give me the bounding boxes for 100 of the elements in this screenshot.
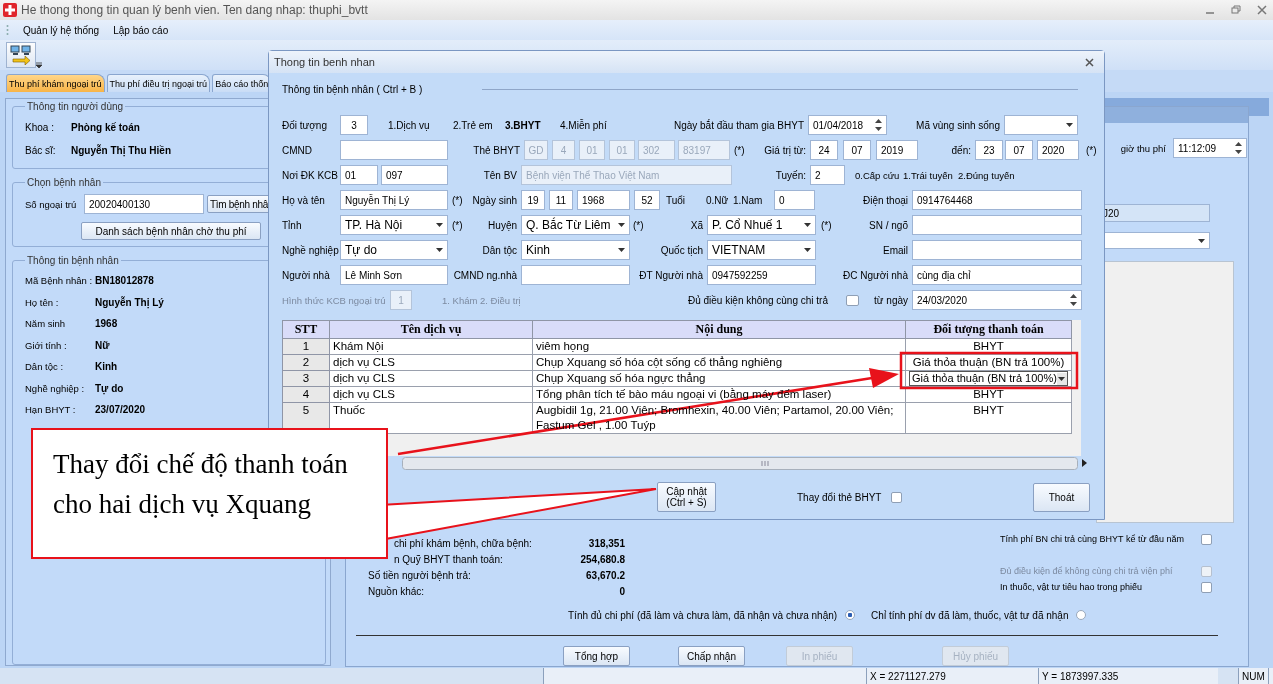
text-field[interactable]: Lê Minh Sơn	[340, 265, 448, 285]
date-field[interactable]: 01/04/2018	[808, 115, 887, 135]
caret-icon	[804, 223, 811, 227]
field-label: SN / ngõ	[868, 219, 909, 231]
menu-item[interactable]: Quản lý hệ thống	[23, 24, 100, 36]
dropdown[interactable]	[1004, 115, 1078, 135]
text-field[interactable]: 11	[549, 190, 573, 210]
field-label: Nghề nghiệp	[282, 244, 340, 256]
field-label: Giá trị từ:	[763, 144, 807, 156]
column-header[interactable]: Tên dịch vụ	[329, 320, 533, 339]
field-label: Mã vùng sinh sống	[915, 119, 1001, 131]
text-field[interactable]: cùng địa chỉ	[912, 265, 1082, 285]
text-field[interactable]: 07	[843, 140, 871, 160]
close-icon[interactable]	[1257, 5, 1267, 15]
summary-value: 0	[619, 585, 625, 597]
summary-label: Số tiền người bệnh trả:	[368, 569, 472, 581]
column-header[interactable]: STT	[282, 320, 330, 339]
field-label: Huyện	[487, 219, 518, 231]
time-field[interactable]: 11:12:09	[1173, 138, 1247, 158]
restore-icon[interactable]	[1231, 5, 1241, 15]
dropdown[interactable]: Giá thỏa thuận (BN trả 100%)	[909, 371, 1068, 386]
dropdown[interactable]: TP. Hà Nội	[340, 215, 448, 235]
text-field[interactable]: 01	[340, 165, 378, 185]
text-field[interactable]: 0947592259	[707, 265, 816, 285]
search-button[interactable]: Tìm bệnh nhâ	[207, 195, 271, 213]
section-title: Thông tin bệnh nhân ( Ctrl + B )	[282, 83, 423, 95]
update-button[interactable]: Cập nhật (Ctrl + S)	[657, 482, 716, 512]
spinner-icon[interactable]	[1070, 294, 1077, 306]
dropdown[interactable]: P. Cổ Nhuế 1	[707, 215, 816, 235]
checkbox[interactable]	[1201, 533, 1212, 545]
field-label: (*)	[451, 194, 464, 206]
text-field[interactable]	[340, 140, 448, 160]
checkbox[interactable]	[891, 491, 903, 503]
text-field[interactable]: 2020	[1037, 140, 1079, 160]
dropdown[interactable]: Q. Bắc Từ Liêm	[521, 215, 630, 235]
text-field[interactable]: 23	[975, 140, 1003, 160]
radio-button[interactable]	[1076, 610, 1087, 620]
dropdown[interactable]: VIETNAM	[707, 240, 816, 260]
text-field[interactable]: Nguyễn Thị Lý	[340, 190, 448, 210]
checkbox-label: Đủ điều kiện để không cùng chi trả viện phí	[1000, 566, 1173, 576]
text-field[interactable]	[912, 215, 1082, 235]
menu-item[interactable]: Lập báo cáo	[113, 24, 169, 36]
text-field[interactable]: 19	[521, 190, 545, 210]
date-field[interactable]: 24/03/2020	[912, 290, 1082, 310]
checkbox[interactable]	[1201, 581, 1212, 593]
radio-button[interactable]	[845, 610, 856, 620]
field-label: (*)	[451, 219, 464, 231]
spinner-icon[interactable]	[875, 119, 882, 131]
field-label: Dân tộc	[481, 244, 518, 256]
text-field[interactable]: 07	[1005, 140, 1033, 160]
text-field[interactable]	[521, 265, 630, 285]
button[interactable]: Chấp nhận	[678, 646, 745, 666]
caret-icon	[804, 248, 811, 252]
text-field[interactable]: 3	[340, 115, 368, 135]
option-label: 3.BHYT	[504, 119, 542, 131]
field-value: Tự do	[95, 382, 124, 394]
field-label: Họ tên :	[25, 296, 60, 308]
text-field[interactable]: 1968	[577, 190, 630, 210]
field-label: Mã Bệnh nhân :	[25, 275, 94, 287]
text-field[interactable]: 097	[381, 165, 448, 185]
horizontal-scrollbar[interactable]	[402, 456, 1078, 470]
option-label: 4.Miễn phí	[559, 119, 608, 131]
field-label: Khoa :	[25, 122, 55, 133]
close-icon[interactable]	[1085, 57, 1094, 67]
exit-button[interactable]: Thoát	[1033, 482, 1090, 512]
field-label: 2.Đúng tuyến	[958, 169, 1016, 181]
field-label: Email	[882, 244, 909, 256]
text-field[interactable]: 24	[810, 140, 838, 160]
summary-label: chi phí khám bệnh, chữa bệnh:	[393, 537, 533, 549]
field-value: 1968	[95, 318, 118, 330]
table-cell: BHYT	[905, 402, 1072, 434]
dropdown[interactable]: Tự do	[340, 240, 448, 260]
spinner-icon[interactable]	[1235, 142, 1242, 154]
field-label: từ ngày	[873, 294, 909, 306]
text-field[interactable]: 2	[810, 165, 845, 185]
scroll-right-icon[interactable]	[1082, 459, 1087, 467]
column-header[interactable]: Đối tượng thanh toán	[905, 320, 1072, 339]
column-header[interactable]: Nội dung	[532, 320, 906, 339]
summary-label: n Quỹ BHYT thanh toán:	[393, 553, 504, 565]
caret-icon	[436, 223, 443, 227]
summary-value: 318,351	[588, 537, 625, 549]
field-label: CMND ng.nhà	[452, 269, 518, 281]
toolbar-button[interactable]	[6, 42, 36, 68]
text-field[interactable]: 2019	[876, 140, 918, 160]
text-field[interactable]: 52	[634, 190, 660, 210]
dropdown[interactable]: Kinh	[521, 240, 630, 260]
text-field[interactable]: 0	[774, 190, 815, 210]
field-label: Tuổi	[665, 194, 687, 206]
dropdown-icon[interactable]	[36, 62, 42, 68]
checkbox[interactable]	[846, 294, 859, 306]
text-field[interactable]: 0914764468	[912, 190, 1082, 210]
field-value: Nữ	[95, 339, 110, 351]
list-button[interactable]: Danh sách bệnh nhân chờ thu phí	[81, 222, 261, 240]
tab[interactable]: Thu phí khám ngoại trú	[6, 74, 105, 92]
text-field[interactable]	[912, 240, 1082, 260]
field-label: Đối tượng	[282, 119, 328, 131]
text-field[interactable]: 20020400130	[84, 194, 204, 214]
group-title: Thông tin bệnh nhân	[26, 255, 120, 266]
button[interactable]: Tổng hợp	[563, 646, 630, 666]
tab[interactable]: Thu phí điều trị ngoại trú	[106, 74, 211, 92]
